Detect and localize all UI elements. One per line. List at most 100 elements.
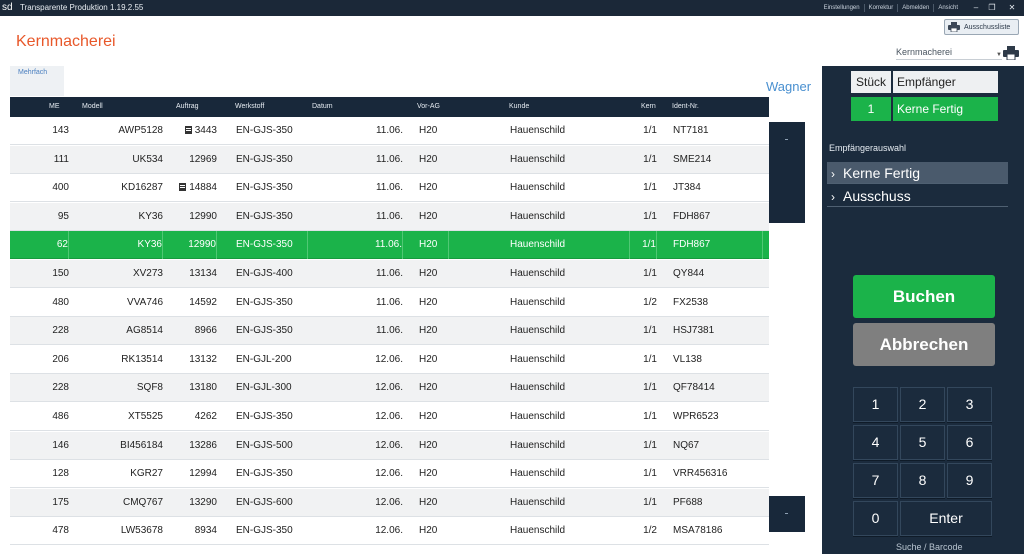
cell-auftrag-text: 12990 [189,210,217,222]
cell-werkstoff-text: EN-GJS-350 [236,525,293,537]
col-ident-nr[interactable]: Ident-Nr. [672,97,699,117]
link-korrektur[interactable]: Korrektur [865,4,899,12]
cell-auftrag-text: 13290 [189,496,217,508]
close-icon[interactable]: ✕ [1000,0,1024,16]
table-row[interactable]: 111 UK534 12969 EN-GJS-350 11.06. H20 Hauensch… [10,145,769,174]
key-2[interactable]: 2 [900,387,945,422]
key-6[interactable]: 6 [947,425,992,460]
table-row[interactable]: 150 XV273 13134 EN-GJS-400 11.06. H20 Hauensch… [10,260,769,288]
col-werkstoff[interactable]: Werkstoff [235,97,264,117]
cell-me-text: 175 [52,496,69,508]
cell-ident-nr-text: NT7181 [673,125,709,136]
cell-vor-ag: H20 [419,203,449,231]
cell-datum-text: 11.06. [375,153,403,165]
col-modell[interactable]: Modell [82,97,103,117]
restore-icon[interactable]: ❐ [984,0,1000,16]
cell-modell: BI456184 [76,432,163,460]
cell-kunde-text: Hauenschild [510,468,566,480]
minimize-icon[interactable]: – [968,0,984,16]
cell-kern: 1/1 [630,260,657,288]
booking-panel: Stück Empfänger 1 Kerne Fertig Empfänger… [822,66,1024,554]
cell-kern-text: 1/1 [643,210,657,222]
table-row[interactable]: 478 LW53678 8934 EN-GJS-350 12.06. H20 Hauensc… [10,517,769,546]
key-enter[interactable]: Enter [900,501,992,536]
cell-vor-ag-text: H20 [419,353,438,365]
col-me[interactable]: ME [49,97,60,117]
option-ausschuss[interactable]: › Ausschuss [827,185,1008,207]
link-einstellungen[interactable]: Einstellungen [820,4,865,12]
key-3[interactable]: 3 [947,387,992,422]
cell-werkstoff: EN-GJS-350 [236,460,308,488]
ausschussliste-button[interactable]: Ausschussliste [944,19,1019,35]
cell-werkstoff: EN-GJL-300 [236,374,308,402]
table-row[interactable]: 206 RK13514 13132 EN-GJL-200 12.06. H20 Hauens… [10,345,769,374]
buchen-button[interactable]: Buchen [853,275,995,318]
tab-mehrfach[interactable]: Mehrfach [10,66,64,96]
table-row[interactable]: 480 VVA746 14592 EN-GJS-350 11.06. H20 Hauensc… [10,288,769,317]
scroll-up-button[interactable] [769,122,805,223]
cell-kern-text: 1/1 [643,468,657,480]
cell-werkstoff: EN-GJS-400 [236,260,308,288]
cell-kern-text: 1/1 [643,182,657,194]
empfaenger-value[interactable]: Kerne Fertig [893,97,998,121]
table-row[interactable]: 228 SQF8 13180 EN-GJL-300 12.06. H20 Hauenschi… [10,374,769,403]
stueck-value[interactable]: 1 [851,97,891,121]
cell-modell: XV273 [76,260,163,288]
key-0[interactable]: 0 [853,501,898,536]
table-row[interactable]: 486 XT5525 4262 EN-GJS-350 12.06. H20 Hauensch… [10,403,769,431]
scroll-down-button[interactable] [769,496,805,532]
table-row-selected[interactable]: 62 KY36 12990 EN-GJS-350 11.06. H20 Hauenschil… [10,231,769,260]
key-8[interactable]: 8 [900,463,945,498]
cell-datum-text: 11.06. [375,125,403,136]
key-5[interactable]: 5 [900,425,945,460]
col-auftrag[interactable]: Auftrag [176,97,199,117]
cell-modell: KD16287 [76,174,163,202]
link-ansicht[interactable]: Ansicht [934,4,962,12]
key-4[interactable]: 4 [853,425,898,460]
print-icon[interactable] [1003,46,1019,60]
col-vor-ag[interactable]: Vor-AG [417,97,440,117]
cell-vor-ag-text: H20 [419,268,438,279]
cell-ident-nr-text: MSA78186 [673,525,723,537]
table-row[interactable]: 143 AWP5128 3443 EN-GJS-350 11.06. H20 Hauensc… [10,117,769,145]
table-scroll-area [769,117,809,546]
cell-me: 400 [10,174,69,202]
key-7[interactable]: 7 [853,463,898,498]
cell-datum-text: 12.06. [375,439,403,451]
page-title: Kernmacherei [16,33,116,50]
cell-werkstoff-text: EN-GJL-200 [236,353,292,365]
cell-auftrag: 13132 [170,346,217,374]
key-9[interactable]: 9 [947,463,992,498]
key-1[interactable]: 1 [853,387,898,422]
table-row[interactable]: 128 KGR27 12994 EN-GJS-350 12.06. H20 Hauensch… [10,460,769,489]
cell-kern-text: 1/1 [643,125,657,136]
cell-werkstoff-text: EN-GJS-350 [236,153,293,165]
cell-auftrag-text: 14592 [189,296,217,308]
table-row[interactable]: 400 KD16287 14884 EN-GJS-350 11.06. H20 Hauens… [10,174,769,203]
department-select[interactable]: Kernmacherei ▼ [896,46,1002,60]
table-row[interactable]: 95 KY36 12990 EN-GJS-350 11.06. H20 Hauenschil… [10,202,769,231]
cell-vor-ag: H20 [419,432,449,460]
table-row[interactable]: 228 AG8514 8966 EN-GJS-350 11.06. H20 Hauensch… [10,317,769,346]
cell-datum: 11.06. [310,231,403,260]
cell-kunde-text: Hauenschild [510,125,566,136]
col-kunde[interactable]: Kunde [509,97,529,117]
cell-kern: 1/1 [630,231,657,260]
cell-kunde-text: Hauenschild [510,153,566,165]
table-row[interactable]: 175 CMQ767 13290 EN-GJS-600 12.06. H20 Hauensc… [10,488,769,517]
col-kern[interactable]: Kern [641,97,656,117]
cell-datum: 12.06. [310,374,403,402]
cell-werkstoff-text: EN-GJS-350 [236,468,293,480]
cell-vor-ag: H20 [419,346,449,374]
cell-ident-nr-text: HSJ7381 [673,325,715,337]
option-kerne-fertig[interactable]: › Kerne Fertig [827,162,1008,184]
cell-kunde-text: Hauenschild [510,210,566,222]
table-row[interactable]: 146 BI456184 13286 EN-GJS-500 12.06. H20 Hauen… [10,431,769,460]
col-datum[interactable]: Datum [312,97,333,117]
cell-me-text: 62 [56,239,68,251]
cell-kunde: Hauenschild [510,460,630,488]
cell-kunde: Hauenschild [510,231,630,260]
abbrechen-button[interactable]: Abbrechen [853,323,995,366]
cell-kern-text: 1/1 [643,325,657,337]
link-abmelden[interactable]: Abmelden [898,4,935,12]
